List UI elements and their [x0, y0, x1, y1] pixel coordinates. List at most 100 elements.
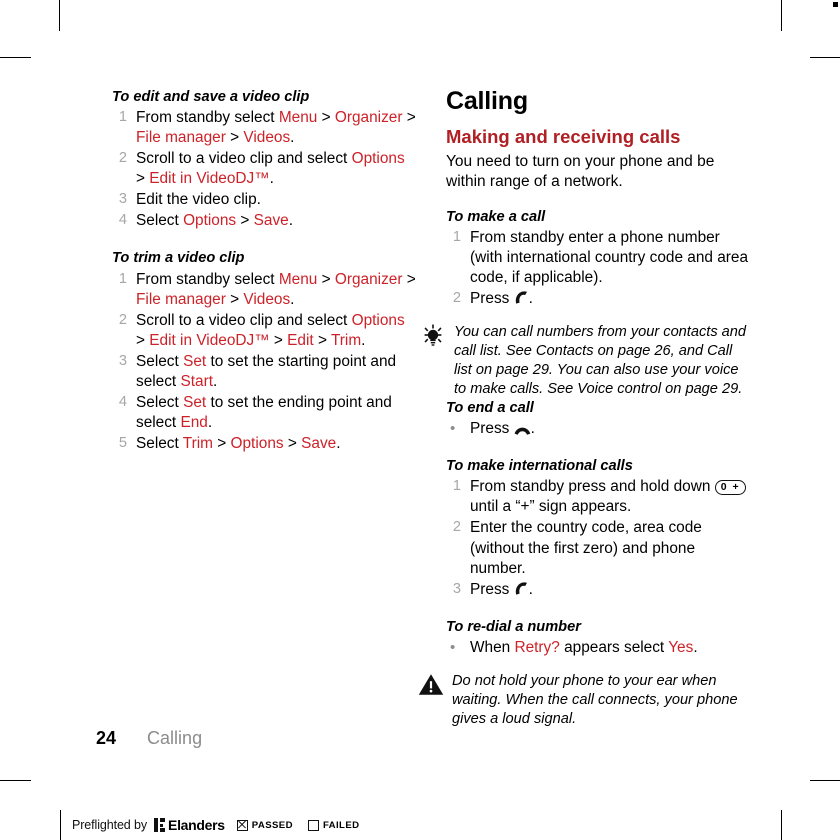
lightbulb-icon	[424, 324, 442, 346]
step-number: 1	[118, 109, 127, 126]
call-key-icon	[515, 581, 527, 595]
crop-mark-top-right-horizontal	[810, 57, 840, 58]
passed-label: PASSED	[251, 819, 293, 831]
menu-path-term: Save	[253, 212, 289, 230]
step-text: .	[269, 170, 274, 188]
procedure-step: • When Retry? appears select Yes.	[446, 638, 750, 658]
menu-path-term: End	[180, 413, 208, 431]
step-number: 4	[118, 212, 127, 229]
step-number: 1	[452, 229, 461, 246]
step-text: >	[313, 331, 331, 349]
note-text: Do not hold your phone to your ear when …	[452, 672, 738, 727]
step-text: >	[317, 270, 335, 288]
step-text: .	[361, 331, 366, 349]
step-number: 1	[118, 270, 127, 287]
step-text: Scroll to a video clip and select	[136, 150, 352, 168]
procedure-step: 4 Select Set to set the ending point and …	[112, 393, 416, 433]
procedure-title: To trim a video clip	[112, 250, 245, 267]
procedure-title: To end a call	[446, 399, 534, 416]
procedure-step: 1 From standby select Menu > Organizer > …	[112, 270, 416, 310]
elanders-brand-label: Elanders	[168, 817, 225, 833]
step-text: .	[530, 420, 535, 438]
zero-plus-key-icon: 0 +	[714, 480, 747, 496]
step-text: When	[470, 638, 515, 656]
menu-path-term: File manager	[136, 129, 226, 147]
procedure-step: 1 From standby press and hold down 0 + un…	[446, 477, 750, 517]
tip-note: You can call numbers from your contacts …	[420, 323, 750, 399]
step-text: .	[336, 434, 341, 452]
crop-mark-bottom-left-horizontal	[0, 780, 31, 781]
crop-mark-bottom-right-vertical	[781, 810, 782, 840]
procedure-step: 2 Scroll to a video clip and select Optio…	[112, 149, 416, 189]
preflight-failed-state: FAILED	[307, 819, 360, 831]
step-text: Select	[136, 352, 184, 370]
step-text: From standby select	[136, 109, 279, 127]
procedure-step: 3 Edit the video clip.	[112, 190, 416, 210]
step-number: 3	[118, 191, 127, 208]
step-number: 3	[118, 352, 127, 369]
menu-path-term: Options	[351, 311, 405, 329]
left-column: To edit and save a video clip 1 From stand…	[112, 88, 416, 455]
step-text: >	[317, 109, 335, 127]
preflight-divider	[60, 810, 61, 840]
menu-path-term: Videos	[243, 129, 291, 147]
menu-path-term: Save	[301, 434, 337, 452]
procedure-step: • Press .	[446, 419, 750, 439]
elanders-logo: Elanders	[154, 817, 225, 833]
page-footer: 24 Calling	[96, 728, 202, 749]
step-bullet-icon: •	[450, 420, 456, 438]
step-number: 5	[118, 434, 127, 451]
failed-checkbox-icon	[307, 819, 319, 831]
step-text: .	[290, 129, 295, 147]
procedure-title: To make international calls	[446, 458, 633, 475]
step-number: 4	[118, 393, 127, 410]
step-number: 2	[452, 519, 461, 536]
step-text: >	[225, 290, 244, 308]
section-intro: You need to turn on your phone and be wi…	[446, 152, 715, 190]
lightbulb-icon	[420, 324, 448, 350]
step-number: 2	[452, 290, 461, 307]
section-heading: Making and receiving calls	[446, 126, 681, 148]
menu-path-term: Set	[183, 352, 207, 370]
step-text: until a “+” sign appears.	[470, 498, 632, 516]
procedure-title: To re-dial a number	[446, 618, 581, 635]
procedure-bullet-list: • Press .	[446, 419, 750, 439]
menu-path-term: Retry?	[514, 638, 560, 656]
step-text: From standby select	[136, 270, 279, 288]
crop-mark-top-right-vertical	[781, 0, 782, 31]
step-text: .	[288, 212, 294, 230]
menu-path-term: Edit	[287, 331, 314, 349]
menu-path-term: Trim	[182, 434, 213, 452]
step-text: >	[236, 212, 254, 230]
menu-path-term: Yes	[668, 638, 694, 656]
menu-path-term: Edit in VideoDJ™	[149, 170, 270, 188]
end-call-key-icon	[514, 427, 530, 436]
preflight-bar: Preflighted by Elanders PASSED FAILED	[72, 817, 359, 833]
elanders-mark-icon	[154, 818, 166, 832]
procedure-title: To make a call	[446, 208, 546, 225]
procedure-bullet-list: • When Retry? appears select Yes.	[446, 638, 750, 658]
step-text: Press	[470, 580, 514, 598]
crop-mark-bottom-right-horizontal	[810, 780, 840, 781]
menu-path-term: Options	[230, 434, 284, 452]
step-text: >	[225, 129, 244, 147]
procedure-step-list: 1 From standby enter a phone number (with…	[446, 228, 750, 309]
procedure-step: 2 Scroll to a video clip and select Optio…	[112, 311, 416, 351]
step-text: >	[136, 331, 150, 349]
procedure-step: 4 Select Options > Save.	[112, 211, 416, 231]
warning-triangle-icon	[418, 673, 446, 699]
step-text: >	[212, 434, 231, 452]
menu-path-term: Edit in VideoDJ™	[149, 331, 270, 349]
procedure-step: 3 Select Set to set the starting point an…	[112, 352, 416, 392]
page-title: Calling	[446, 87, 528, 115]
step-number: 2	[118, 311, 127, 328]
step-text: Enter the country code, area code (witho…	[470, 519, 702, 577]
passed-checkbox-icon	[236, 819, 248, 831]
menu-path-term: Menu	[278, 270, 318, 288]
step-bullet-icon: •	[450, 638, 456, 656]
right-column: Calling Making and receiving calls You n…	[418, 87, 750, 729]
step-text: >	[136, 170, 150, 188]
preflight-passed-state: PASSED	[236, 819, 293, 831]
menu-path-term: Trim	[330, 331, 362, 349]
note-text: You can call numbers from your contacts …	[454, 324, 747, 397]
